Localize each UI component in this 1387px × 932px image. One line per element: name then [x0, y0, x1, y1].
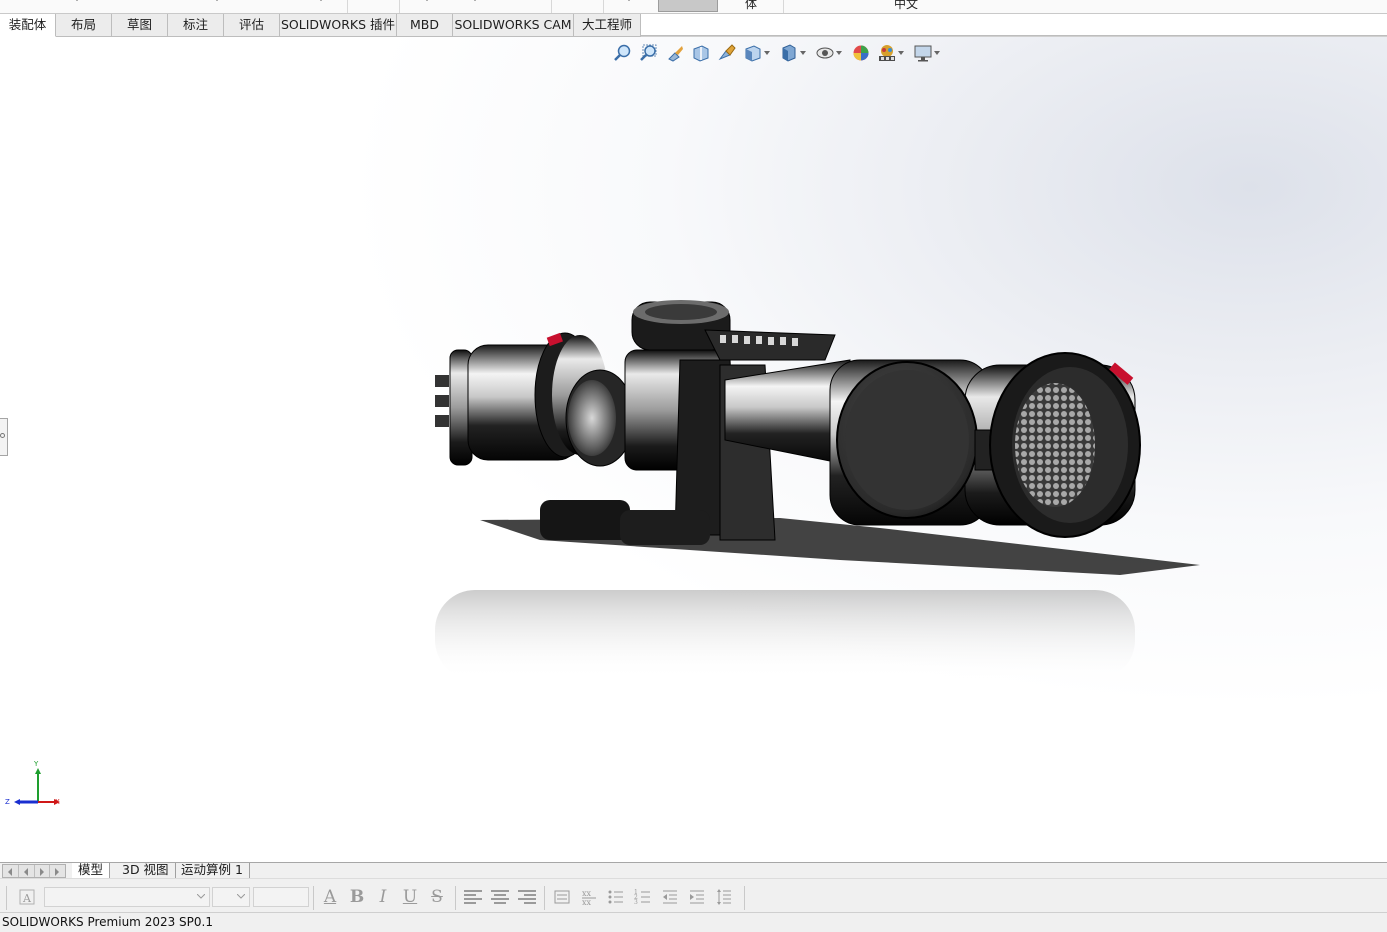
svg-text:A: A: [22, 892, 32, 905]
graphics-area[interactable]: Y X Z: [0, 37, 1387, 862]
toolbar-separator: [313, 886, 314, 910]
tab-evaluate[interactable]: 评估: [224, 14, 280, 37]
bold-button[interactable]: B: [347, 887, 367, 907]
view-orientation-icon[interactable]: [742, 43, 764, 63]
font-name-select[interactable]: [44, 887, 210, 907]
chevron-down-icon[interactable]: [800, 51, 806, 55]
next-tab-arrow-icon[interactable]: [35, 865, 51, 877]
svg-text:xx: xx: [582, 889, 592, 898]
chevron-down-icon[interactable]: [214, 0, 220, 1]
feature-manager-toggle[interactable]: [0, 418, 8, 456]
chevron-down-icon[interactable]: [74, 0, 80, 1]
zoom-to-fit-icon[interactable]: [612, 43, 634, 63]
hide-show-items-icon[interactable]: [814, 43, 836, 63]
model-tabs-bar: 模型 3D 视图 运动算例 1: [0, 862, 1387, 878]
underline-button[interactable]: U: [400, 887, 420, 907]
ribbon-pressed-button[interactable]: [658, 0, 718, 12]
ribbon-remnant: 体 中文: [0, 0, 1387, 14]
chevron-down-icon[interactable]: [424, 0, 430, 1]
apply-scene-icon[interactable]: [876, 43, 898, 63]
align-center-icon[interactable]: [489, 887, 511, 907]
line-spacing-icon[interactable]: [713, 887, 735, 907]
previous-view-icon[interactable]: [664, 43, 686, 63]
ribbon-group: [718, 0, 784, 13]
bullets-icon[interactable]: [605, 887, 627, 907]
svg-text:3: 3: [634, 899, 638, 906]
italic-button[interactable]: I: [373, 887, 393, 907]
chevron-down-icon[interactable]: [318, 0, 324, 1]
tab-motion-study-1[interactable]: 运动算例 1: [175, 863, 250, 878]
chevron-down-icon: [197, 894, 205, 899]
tab-sketch[interactable]: 草图: [112, 14, 168, 37]
status-bar: SOLIDWORKS Premium 2023 SP0.1: [0, 912, 1387, 932]
prev-tab-arrow-icon[interactable]: [19, 865, 35, 877]
toolbar-separator: [544, 886, 545, 910]
toolbar-separator: [744, 886, 745, 910]
chevron-down-icon[interactable]: [898, 51, 904, 55]
view-settings-icon[interactable]: [912, 43, 934, 63]
justify-icon[interactable]: [551, 887, 573, 907]
font-color-button[interactable]: A: [320, 887, 340, 907]
numbering-icon[interactable]: 123: [632, 887, 654, 907]
chevron-down-icon[interactable]: [472, 0, 478, 1]
align-right-icon[interactable]: [516, 887, 538, 907]
font-size-select[interactable]: [212, 887, 250, 907]
section-view-icon[interactable]: [690, 43, 712, 63]
increase-indent-icon[interactable]: [686, 887, 708, 907]
tab-mbd[interactable]: MBD: [397, 14, 453, 37]
chevron-down-icon[interactable]: [764, 51, 770, 55]
ribbon-label: 中文: [894, 0, 919, 11]
stack-icon[interactable]: xx xx: [578, 887, 600, 907]
tab-big-engineer[interactable]: 大工程师: [574, 14, 641, 37]
display-style-icon[interactable]: [778, 43, 800, 63]
chevron-down-icon: [237, 894, 245, 899]
tab-layout[interactable]: 布局: [56, 14, 112, 37]
command-manager-tabs: 装配体 布局 草图 标注 评估 SOLIDWORKS 插件 MBD SOLIDW…: [0, 14, 1387, 37]
chevron-down-icon[interactable]: [626, 0, 632, 1]
chevron-down-icon[interactable]: [836, 51, 842, 55]
decrease-indent-icon[interactable]: [659, 887, 681, 907]
font-height-input[interactable]: [253, 887, 309, 907]
tab-solidworks-addins[interactable]: SOLIDWORKS 插件: [280, 14, 397, 37]
tab-bar-filler: [641, 14, 1387, 36]
edit-appearance-icon[interactable]: [850, 43, 872, 63]
formatting-toolbar: A A B I U S xx xx 123: [0, 878, 1387, 912]
dynamic-annotation-icon[interactable]: [716, 43, 738, 63]
ribbon-group: [0, 0, 348, 13]
tab-3d-views[interactable]: 3D 视图: [116, 863, 176, 878]
strikethrough-button[interactable]: S: [427, 887, 447, 907]
triad-y-label: Y: [34, 760, 39, 768]
tab-model[interactable]: 模型: [72, 863, 111, 878]
toolbar-grip: [6, 886, 7, 910]
tab-markup[interactable]: 标注: [168, 14, 224, 37]
heads-up-view-toolbar: [612, 42, 948, 64]
tab-scroll-arrows[interactable]: [2, 864, 66, 878]
align-left-icon[interactable]: [462, 887, 484, 907]
zoom-to-area-icon[interactable]: [638, 43, 660, 63]
ribbon-group: [552, 0, 604, 13]
toolbar-separator: [455, 886, 456, 910]
triad-x-label: X: [55, 798, 60, 806]
font-style-icon[interactable]: A: [16, 887, 38, 907]
tab-assembly[interactable]: 装配体: [0, 14, 56, 37]
ribbon-group: [500, 0, 552, 13]
ribbon-group: [348, 0, 400, 13]
rifle-scope-model[interactable]: [420, 290, 1220, 690]
tab-solidworks-cam[interactable]: SOLIDWORKS CAM: [453, 14, 574, 37]
last-tab-arrow-icon[interactable]: [50, 865, 65, 877]
chevron-down-icon[interactable]: [934, 51, 940, 55]
svg-text:xx: xx: [582, 898, 592, 906]
first-tab-arrow-icon[interactable]: [3, 865, 19, 877]
triad-z-label: Z: [5, 798, 10, 806]
